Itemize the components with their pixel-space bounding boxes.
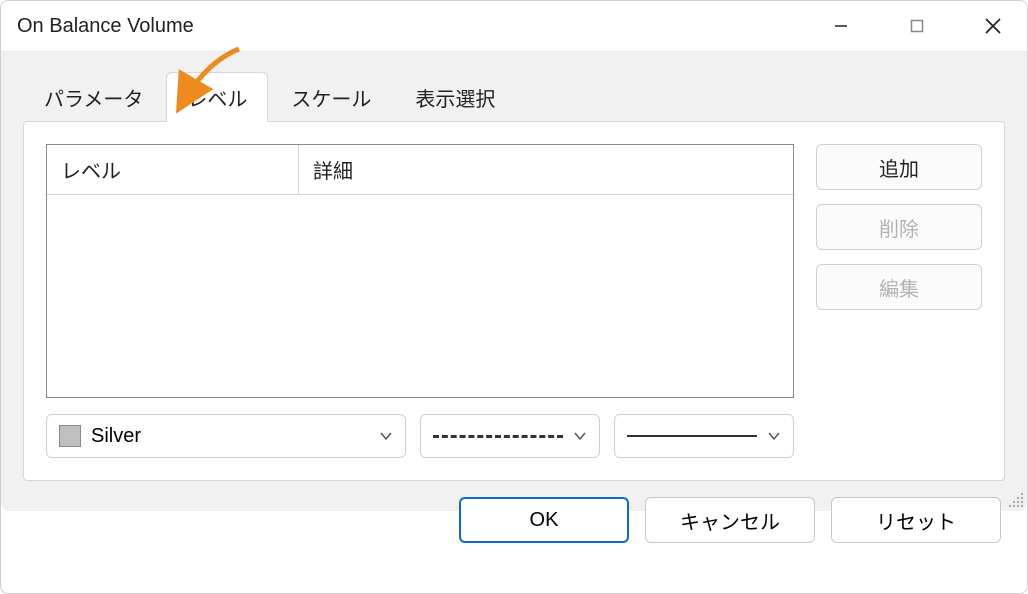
cancel-button[interactable]: キャンセル — [645, 497, 815, 543]
color-name-label: Silver — [91, 425, 379, 448]
dialog-window: On Balance Volume パラメータ レベル ス — [0, 0, 1028, 594]
window-title: On Balance Volume — [17, 15, 194, 38]
maximize-icon — [910, 19, 924, 33]
level-tab-panel: レベル 詳細 Silver — [23, 121, 1005, 481]
tab-parameters[interactable]: パラメータ — [23, 72, 164, 122]
tab-levels[interactable]: レベル — [166, 72, 268, 122]
color-swatch-icon — [59, 425, 81, 447]
maximize-button[interactable] — [899, 8, 935, 44]
chevron-down-icon — [379, 429, 393, 443]
minimize-icon — [833, 18, 849, 34]
line-style-select[interactable] — [420, 414, 600, 458]
ok-button[interactable]: OK — [459, 497, 629, 543]
tab-bar: パラメータ レベル スケール 表示選択 — [23, 72, 1005, 122]
right-column: 追加 削除 編集 — [816, 144, 982, 458]
column-header-detail[interactable]: 詳細 — [299, 145, 793, 194]
line-width-select[interactable] — [614, 414, 794, 458]
dialog-body: パラメータ レベル スケール 表示選択 レベル 詳細 Silver — [1, 51, 1027, 511]
level-table[interactable]: レベル 詳細 — [46, 144, 794, 398]
color-select[interactable]: Silver — [46, 414, 406, 458]
tab-scale[interactable]: スケール — [270, 72, 392, 122]
left-column: レベル 詳細 Silver — [46, 144, 794, 458]
solid-line-icon — [627, 435, 757, 437]
close-icon — [984, 17, 1002, 35]
minimize-button[interactable] — [823, 8, 859, 44]
chevron-down-icon — [767, 429, 781, 443]
reset-button[interactable]: リセット — [831, 497, 1001, 543]
resize-grip-icon[interactable] — [1007, 491, 1025, 509]
chevron-down-icon — [573, 429, 587, 443]
dialog-footer: OK キャンセル リセット — [23, 497, 1005, 543]
titlebar: On Balance Volume — [1, 1, 1027, 51]
table-header: レベル 詳細 — [47, 145, 793, 195]
style-selectors: Silver — [46, 414, 794, 458]
add-button[interactable]: 追加 — [816, 144, 982, 190]
tab-display[interactable]: 表示選択 — [394, 72, 516, 122]
window-controls — [823, 8, 1011, 44]
dashed-line-icon — [433, 435, 563, 438]
column-header-level[interactable]: レベル — [47, 145, 299, 194]
edit-button: 編集 — [816, 264, 982, 310]
close-button[interactable] — [975, 8, 1011, 44]
delete-button: 削除 — [816, 204, 982, 250]
